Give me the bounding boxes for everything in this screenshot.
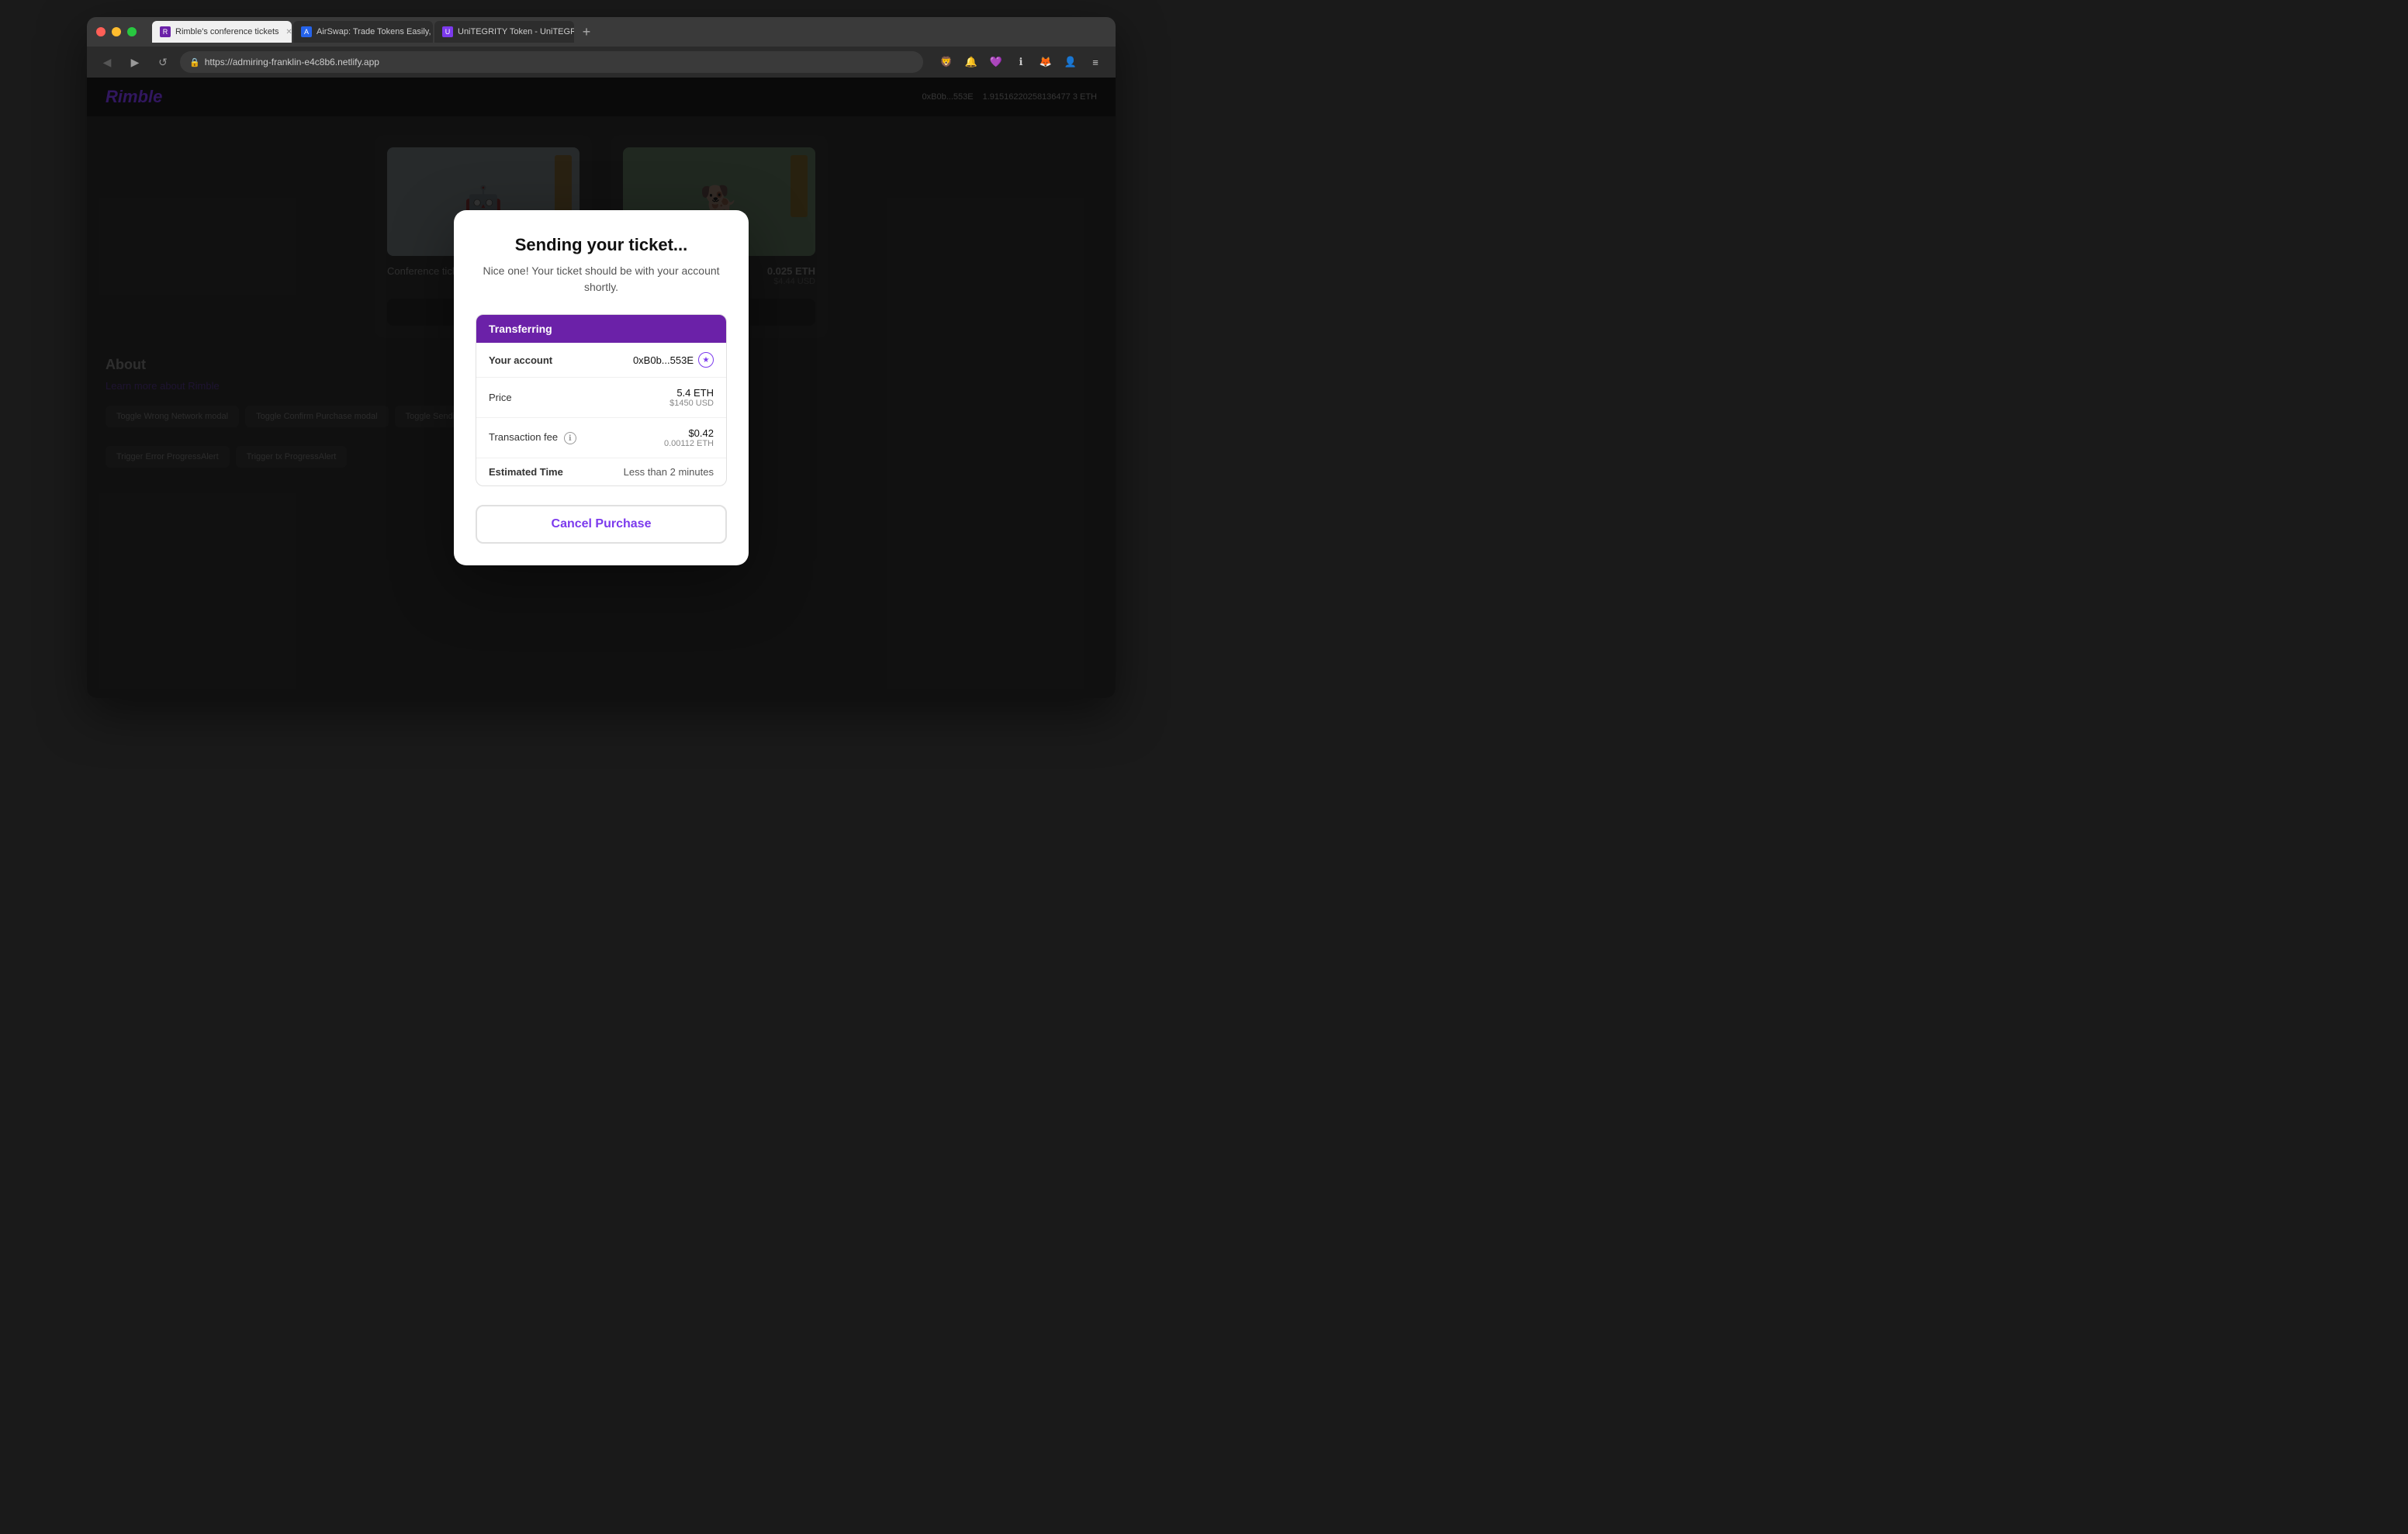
traffic-light-minimize[interactable] — [112, 27, 121, 36]
tab-label-rimble: Rimble's conference tickets — [175, 27, 279, 36]
tab-unitegrity[interactable]: U UniTEGRITY Token - UniTEGRIT... ✕ — [434, 21, 574, 43]
info-icon[interactable]: ℹ — [1010, 51, 1032, 73]
traffic-light-fullscreen[interactable] — [127, 27, 137, 36]
browser-window: R Rimble's conference tickets ✕ A AirSwa… — [87, 17, 1116, 698]
tabs-area: R Rimble's conference tickets ✕ A AirSwa… — [152, 21, 1106, 43]
refresh-button[interactable]: ↺ — [152, 51, 174, 73]
transfer-row-price: Price 5.4 ETH $1450 USD — [476, 378, 726, 418]
forward-button[interactable]: ▶ — [124, 51, 146, 73]
notifications-icon[interactable]: 🔔 — [960, 51, 982, 73]
transfer-row-account: Your account 0xB0b...553E ★ — [476, 343, 726, 378]
transfer-row-time: Estimated Time Less than 2 minutes — [476, 458, 726, 485]
address-bar[interactable]: 🔒 https://admiring-franklin-e4c8b6.netli… — [180, 51, 923, 73]
time-label: Estimated Time — [489, 466, 563, 478]
brave-shield-icon[interactable]: 🦁 — [936, 51, 957, 73]
account-star-icon: ★ — [698, 352, 714, 368]
modal-subtitle: Nice one! Your ticket should be with you… — [476, 263, 727, 295]
traffic-light-close[interactable] — [96, 27, 106, 36]
fee-label: Transaction fee ℹ — [489, 431, 576, 445]
fee-eth-value: 0.00112 ETH — [664, 439, 714, 448]
tab-label-unitegrity: UniTEGRITY Token - UniTEGRIT... — [458, 27, 574, 36]
tab-label-airswap: AirSwap: Trade Tokens Easily, S... — [317, 27, 433, 36]
profile-icon[interactable]: 👤 — [1060, 51, 1081, 73]
cancel-purchase-button[interactable]: Cancel Purchase — [476, 505, 727, 544]
transfer-card: Transferring Your account 0xB0b...553E ★… — [476, 314, 727, 486]
tab-favicon-airswap: A — [301, 26, 312, 37]
fee-info-icon[interactable]: ℹ — [564, 432, 576, 444]
back-button[interactable]: ◀ — [96, 51, 118, 73]
address-text: https://admiring-franklin-e4c8b6.netlify… — [205, 57, 379, 67]
sending-ticket-modal: Sending your ticket... Nice one! Your ti… — [454, 210, 749, 565]
price-value: 5.4 ETH $1450 USD — [669, 387, 714, 408]
lock-icon: 🔒 — [189, 57, 200, 67]
metamask-icon[interactable]: 🦊 — [1035, 51, 1057, 73]
price-label: Price — [489, 392, 512, 403]
browser-toolbar: ◀ ▶ ↺ 🔒 https://admiring-franklin-e4c8b6… — [87, 47, 1116, 78]
tab-close-rimble[interactable]: ✕ — [284, 26, 292, 37]
menu-icon[interactable]: ≡ — [1085, 51, 1106, 73]
tab-favicon-rimble: R — [160, 26, 171, 37]
account-label: Your account — [489, 354, 552, 366]
modal-overlay: Sending your ticket... Nice one! Your ti… — [87, 78, 1116, 698]
price-eth-value: 5.4 ETH — [669, 387, 714, 399]
price-usd-value: $1450 USD — [669, 399, 714, 408]
transfer-header: Transferring — [476, 315, 726, 343]
fee-value: $0.42 0.00112 ETH — [664, 427, 714, 448]
tab-favicon-unitegrity: U — [442, 26, 453, 37]
transfer-row-fee: Transaction fee ℹ $0.42 0.00112 ETH — [476, 418, 726, 458]
account-address: 0xB0b...553E — [633, 354, 694, 366]
page-content: Rimble 0xB0b...553E 1.91516220258136477 … — [87, 78, 1116, 698]
account-value-row: 0xB0b...553E ★ — [633, 352, 714, 368]
browser-actions: 🦁 🔔 💜 ℹ 🦊 👤 ≡ — [936, 51, 1106, 73]
modal-title: Sending your ticket... — [476, 235, 727, 255]
tab-airswap[interactable]: A AirSwap: Trade Tokens Easily, S... ✕ — [293, 21, 433, 43]
browser-titlebar: R Rimble's conference tickets ✕ A AirSwa… — [87, 17, 1116, 47]
new-tab-button[interactable]: + — [576, 21, 597, 43]
wallet-icon[interactable]: 💜 — [985, 51, 1007, 73]
tab-rimble[interactable]: R Rimble's conference tickets ✕ — [152, 21, 292, 43]
fee-usd-value: $0.42 — [664, 427, 714, 439]
time-value: Less than 2 minutes — [624, 466, 714, 478]
